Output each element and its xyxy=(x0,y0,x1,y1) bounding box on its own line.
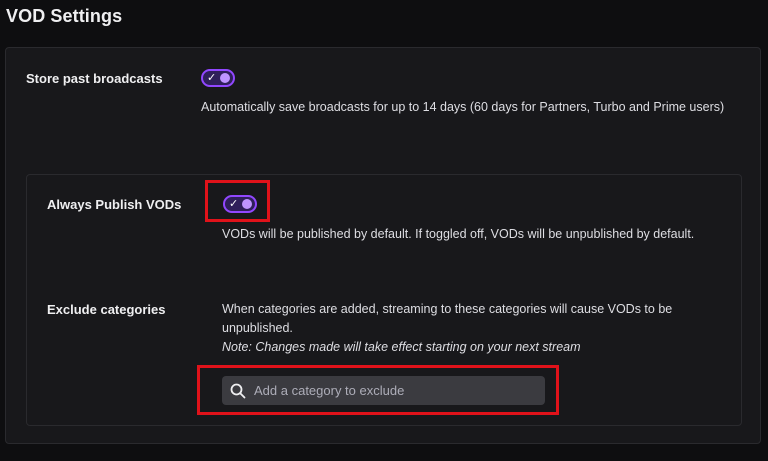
toggle-knob xyxy=(242,199,252,209)
search-icon xyxy=(230,383,246,399)
always-publish-vods-toggle[interactable]: ✓ xyxy=(223,195,257,213)
toggle-knob xyxy=(220,73,230,83)
exclude-categories-description: When categories are added, streaming to … xyxy=(222,300,722,357)
check-icon: ✓ xyxy=(207,71,217,84)
always-publish-vods-label: Always Publish VODs xyxy=(47,197,182,212)
exclude-categories-text: When categories are added, streaming to … xyxy=(222,302,673,335)
category-search-input[interactable] xyxy=(252,382,526,399)
store-past-broadcasts-label: Store past broadcasts xyxy=(26,71,163,86)
exclude-categories-note: Note: Changes made will take effect star… xyxy=(222,340,581,354)
check-icon: ✓ xyxy=(229,197,239,210)
exclude-categories-label: Exclude categories xyxy=(47,302,166,317)
publishing-subpanel: Always Publish VODs ✓ VODs will be publi… xyxy=(26,174,742,426)
store-past-broadcasts-description: Automatically save broadcasts for up to … xyxy=(201,100,725,114)
always-publish-vods-description: VODs will be published by default. If to… xyxy=(222,227,695,241)
category-search-field[interactable] xyxy=(222,376,545,405)
store-past-broadcasts-toggle[interactable]: ✓ xyxy=(201,69,235,87)
vod-settings-card: Store past broadcasts ✓ Automatically sa… xyxy=(5,47,761,444)
page-title: VOD Settings xyxy=(6,6,123,26)
